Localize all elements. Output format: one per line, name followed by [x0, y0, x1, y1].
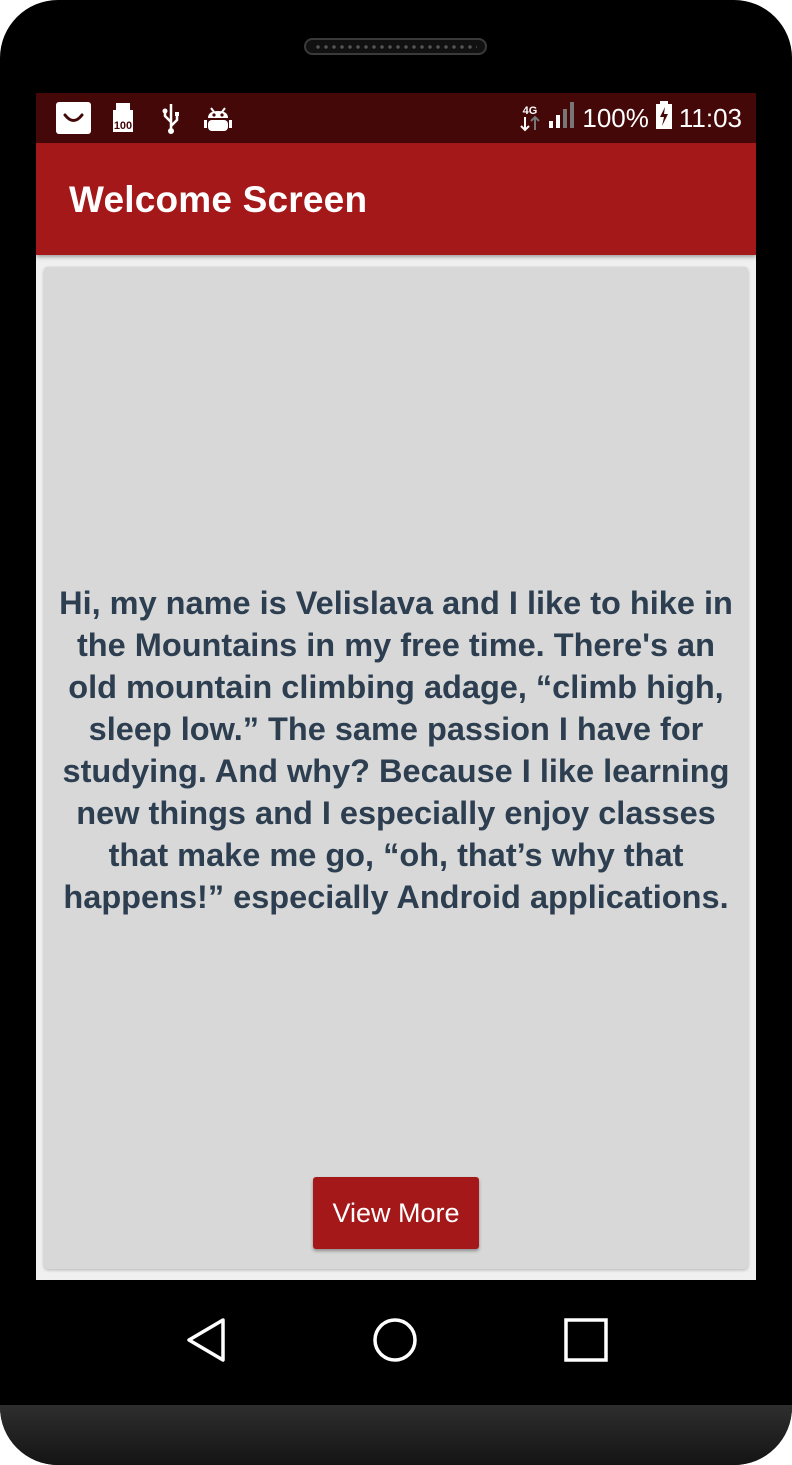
recents-icon[interactable] [546, 1300, 626, 1380]
navigation-bar [0, 1280, 792, 1405]
network-type-text: 4G [523, 105, 538, 117]
shopping-bag-icon [56, 102, 91, 134]
sd-card-icon: 100 [110, 102, 136, 134]
network-4g-icon: 4G [518, 103, 542, 133]
phone-chin [0, 1405, 792, 1465]
signal-icon [548, 101, 576, 136]
status-right: 4G 100% 11:03 [518, 93, 742, 143]
android-debug-icon [203, 102, 233, 134]
home-icon[interactable] [355, 1300, 435, 1380]
welcome-card: Hi, my name is Velislava and I like to h… [44, 267, 748, 1269]
battery-percent: 100% [582, 102, 649, 133]
clock: 11:03 [678, 102, 742, 133]
phone-frame: 100 4G 100% 11:03 Welcome Screen Hi, my … [0, 0, 792, 1465]
app-bar: Welcome Screen [36, 143, 756, 255]
view-more-button[interactable]: View More [313, 1177, 479, 1249]
bio-text: Hi, my name is Velislava and I like to h… [59, 585, 733, 915]
back-icon[interactable] [166, 1300, 246, 1380]
app-bar-title: Welcome Screen [69, 179, 368, 220]
storage-badge-text: 100 [114, 120, 132, 132]
phone-speaker [304, 38, 487, 55]
status-bar: 100 4G 100% 11:03 [36, 93, 756, 143]
battery-charging-icon [655, 100, 673, 137]
device-screen: 100 4G 100% 11:03 Welcome Screen Hi, my … [36, 93, 756, 1280]
usb-icon [160, 102, 182, 134]
